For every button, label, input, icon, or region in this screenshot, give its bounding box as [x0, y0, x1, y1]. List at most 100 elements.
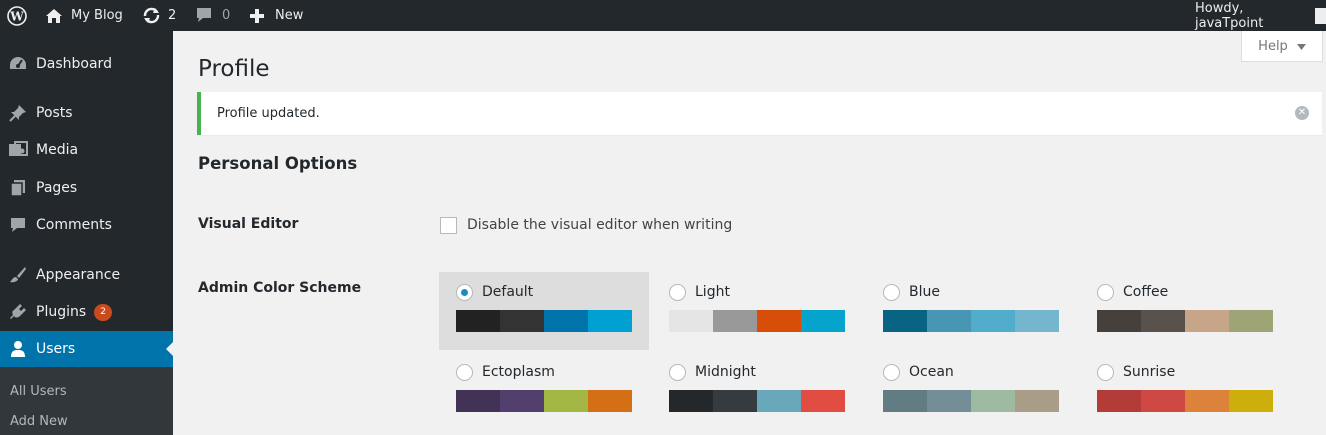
color-swatches	[669, 390, 845, 412]
menu-label: Users	[36, 341, 76, 357]
color-swatch	[1015, 390, 1059, 412]
color-scheme-radio[interactable]	[669, 364, 686, 381]
help-tab-button[interactable]: Help	[1241, 31, 1323, 62]
color-scheme-label: Admin Color Scheme	[198, 280, 362, 296]
menu-label: Posts	[36, 105, 73, 121]
color-swatches	[1097, 390, 1273, 412]
color-scheme-option[interactable]: Midnight	[652, 352, 862, 430]
color-scheme-name: Light	[695, 284, 730, 300]
color-swatch	[713, 390, 757, 412]
color-scheme-radio[interactable]	[456, 284, 473, 301]
paintbrush-icon	[0, 266, 36, 284]
disable-visual-editor-checkbox[interactable]	[440, 217, 457, 234]
color-swatch	[669, 310, 713, 332]
menu-posts[interactable]: Posts	[0, 95, 173, 131]
color-swatches	[883, 390, 1059, 412]
color-scheme-name: Coffee	[1123, 284, 1169, 300]
color-scheme-radio[interactable]	[1097, 364, 1114, 381]
color-swatch	[456, 390, 500, 412]
color-swatch	[713, 310, 757, 332]
color-swatch	[971, 310, 1015, 332]
home-icon	[45, 8, 63, 24]
page-title: Profile	[198, 56, 270, 82]
new-content-link[interactable]: New	[249, 0, 303, 31]
color-scheme-name: Ectoplasm	[482, 364, 555, 380]
color-swatch	[1229, 390, 1273, 412]
color-scheme-radio[interactable]	[456, 364, 473, 381]
checkbox-label[interactable]: Disable the visual editor when writing	[467, 217, 732, 233]
site-name-link[interactable]: My Blog	[45, 0, 123, 31]
menu-label: Appearance	[36, 267, 121, 283]
color-swatch	[801, 310, 845, 332]
submenu-add-new[interactable]: Add New	[10, 414, 68, 429]
menu-label: Media	[36, 142, 79, 158]
color-swatch	[927, 390, 971, 412]
color-swatch	[544, 390, 588, 412]
color-swatch	[588, 390, 632, 412]
updates-count: 2	[168, 8, 177, 23]
color-scheme-option[interactable]: Ectoplasm	[439, 352, 649, 430]
color-swatch	[456, 310, 500, 332]
color-swatch	[1141, 310, 1185, 332]
plugin-icon	[0, 303, 36, 321]
menu-plugins[interactable]: Plugins 2	[0, 294, 173, 330]
plus-icon	[249, 8, 265, 24]
color-swatch	[1185, 390, 1229, 412]
pages-icon	[0, 179, 36, 197]
dismiss-icon[interactable]: ✕	[1295, 106, 1309, 120]
section-title: Personal Options	[198, 154, 358, 173]
color-swatches	[456, 310, 632, 332]
menu-comments[interactable]: Comments	[0, 207, 173, 243]
admin-bar: W My Blog 2 0 New Howdy, javaTpoint	[0, 0, 1326, 31]
menu-appearance[interactable]: Appearance	[0, 257, 173, 293]
color-swatch	[1097, 310, 1141, 332]
comment-icon	[0, 217, 36, 234]
updates-icon	[142, 7, 161, 24]
new-label: New	[275, 8, 304, 23]
color-swatches	[1097, 310, 1273, 332]
color-scheme-option[interactable]: Default	[439, 272, 649, 350]
howdy-text: Howdy, javaTpoint	[1195, 0, 1264, 31]
color-scheme-radio[interactable]	[1097, 284, 1114, 301]
wordpress-logo-icon[interactable]: W	[7, 0, 27, 31]
color-scheme-option[interactable]: Light	[652, 272, 862, 350]
color-swatches	[883, 310, 1059, 332]
menu-dashboard[interactable]: Dashboard	[0, 46, 173, 82]
color-scheme-option[interactable]: Coffee	[1080, 272, 1290, 350]
color-swatch	[1141, 390, 1185, 412]
pushpin-icon	[0, 104, 36, 122]
color-swatch	[669, 390, 713, 412]
avatar	[1314, 7, 1326, 24]
color-scheme-name: Ocean	[909, 364, 954, 380]
submenu-all-users[interactable]: All Users	[10, 384, 67, 399]
color-swatch	[883, 390, 927, 412]
admin-sidebar: Dashboard Posts Media Pages Comments App…	[0, 31, 173, 435]
account-link[interactable]: Howdy, javaTpoint	[1195, 0, 1326, 31]
success-notice: Profile updated. ✕	[197, 92, 1322, 135]
color-swatches	[456, 390, 632, 412]
color-scheme-name: Blue	[909, 284, 940, 300]
color-scheme-radio[interactable]	[883, 364, 900, 381]
color-scheme-option[interactable]: Sunrise	[1080, 352, 1290, 430]
color-scheme-radio[interactable]	[883, 284, 900, 301]
color-scheme-radio[interactable]	[669, 284, 686, 301]
menu-users[interactable]: Users	[0, 331, 173, 367]
color-swatch	[1185, 310, 1229, 332]
comments-link[interactable]: 0	[195, 0, 230, 31]
media-icon	[0, 141, 36, 159]
menu-label: Plugins	[36, 304, 87, 320]
color-scheme-name: Midnight	[695, 364, 756, 380]
users-submenu: All Users Add New	[0, 367, 173, 435]
comment-icon	[195, 7, 213, 24]
color-scheme-option[interactable]: Blue	[866, 272, 1076, 350]
menu-label: Comments	[36, 217, 112, 233]
menu-pages[interactable]: Pages	[0, 170, 173, 206]
color-swatch	[801, 390, 845, 412]
color-scheme-option[interactable]: Ocean	[866, 352, 1076, 430]
color-swatch	[500, 310, 544, 332]
comments-count: 0	[222, 8, 231, 23]
dashboard-icon	[0, 55, 36, 73]
menu-label: Dashboard	[36, 56, 112, 72]
menu-media[interactable]: Media	[0, 132, 173, 168]
updates-link[interactable]: 2	[142, 0, 176, 31]
